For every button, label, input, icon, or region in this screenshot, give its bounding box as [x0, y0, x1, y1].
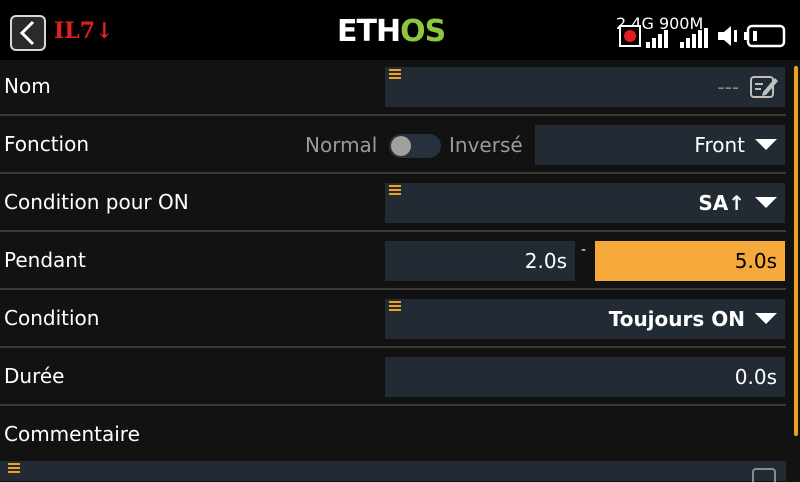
duration-max-value: 5.0s — [734, 249, 777, 273]
row-pendant: Pendant 2.0s - 5.0s — [0, 234, 786, 290]
label-condition: Condition — [4, 306, 100, 330]
comment-field[interactable] — [0, 461, 786, 482]
back-icon — [19, 20, 35, 46]
label-condition-pour-on: Condition pour ON — [4, 190, 189, 214]
signal-bars-icon — [680, 28, 708, 48]
toggle-knob — [391, 136, 411, 156]
speaker-icon — [718, 26, 737, 46]
function-value: Front — [694, 133, 745, 157]
label-pendant: Pendant — [4, 248, 86, 272]
battery-icon — [744, 24, 786, 48]
dropdown-arrow-icon — [755, 313, 777, 324]
condition-on-dropdown[interactable]: SA↑ — [385, 183, 785, 223]
row-condition: Condition Toujours ON — [0, 292, 786, 348]
record-icon — [619, 25, 641, 47]
row-condition-pour-on: Condition pour ON SA↑ — [0, 176, 786, 232]
dropdown-arrow-icon — [755, 197, 777, 208]
name-value: --- — [717, 75, 739, 99]
edit-icon[interactable] — [749, 74, 779, 100]
top-bar: IL7↓ ETHOS 2.4G 900M — [0, 0, 800, 60]
duration-max-field[interactable]: 5.0s — [595, 241, 785, 281]
label-nom: Nom — [4, 74, 51, 98]
label-duree: Durée — [4, 364, 65, 388]
signal-bars-icon — [646, 30, 668, 48]
row-duree: Durée 0.0s — [0, 350, 786, 406]
duration-min-value: 2.0s — [524, 249, 567, 273]
invert-toggle[interactable] — [389, 134, 441, 158]
status-icons: 2.4G 900M — [616, 14, 788, 50]
drag-handle-icon — [389, 185, 401, 197]
drag-handle-icon — [389, 69, 401, 81]
duree-value: 0.0s — [734, 365, 777, 389]
ethos-logo: ETHOS — [337, 14, 446, 49]
function-dropdown[interactable]: Front — [535, 125, 785, 165]
label-fonction: Fonction — [4, 132, 90, 156]
dropdown-arrow-icon — [755, 139, 777, 150]
duree-field[interactable]: 0.0s — [385, 357, 785, 397]
duration-min-field[interactable]: 2.0s — [385, 241, 575, 281]
back-button[interactable] — [10, 15, 46, 51]
row-commentaire: Commentaire — [0, 408, 786, 460]
condition-dropdown[interactable]: Toujours ON — [385, 299, 785, 339]
row-fonction: Fonction Normal Inversé Front — [0, 118, 786, 174]
scrollbar[interactable] — [794, 66, 798, 436]
drag-handle-icon — [389, 301, 401, 313]
condition-on-value: SA↑ — [698, 191, 745, 215]
name-field[interactable]: --- — [385, 67, 785, 107]
label-commentaire: Commentaire — [4, 422, 140, 446]
toggle-label-inverse: Inversé — [449, 133, 523, 157]
toggle-label-normal: Normal — [305, 133, 378, 157]
logical-switch-indicator: IL7↓ — [54, 18, 114, 44]
row-nom: Nom --- — [0, 60, 786, 116]
range-separator: - — [581, 242, 587, 258]
condition-value: Toujours ON — [608, 307, 745, 331]
drag-handle-icon — [8, 463, 20, 475]
